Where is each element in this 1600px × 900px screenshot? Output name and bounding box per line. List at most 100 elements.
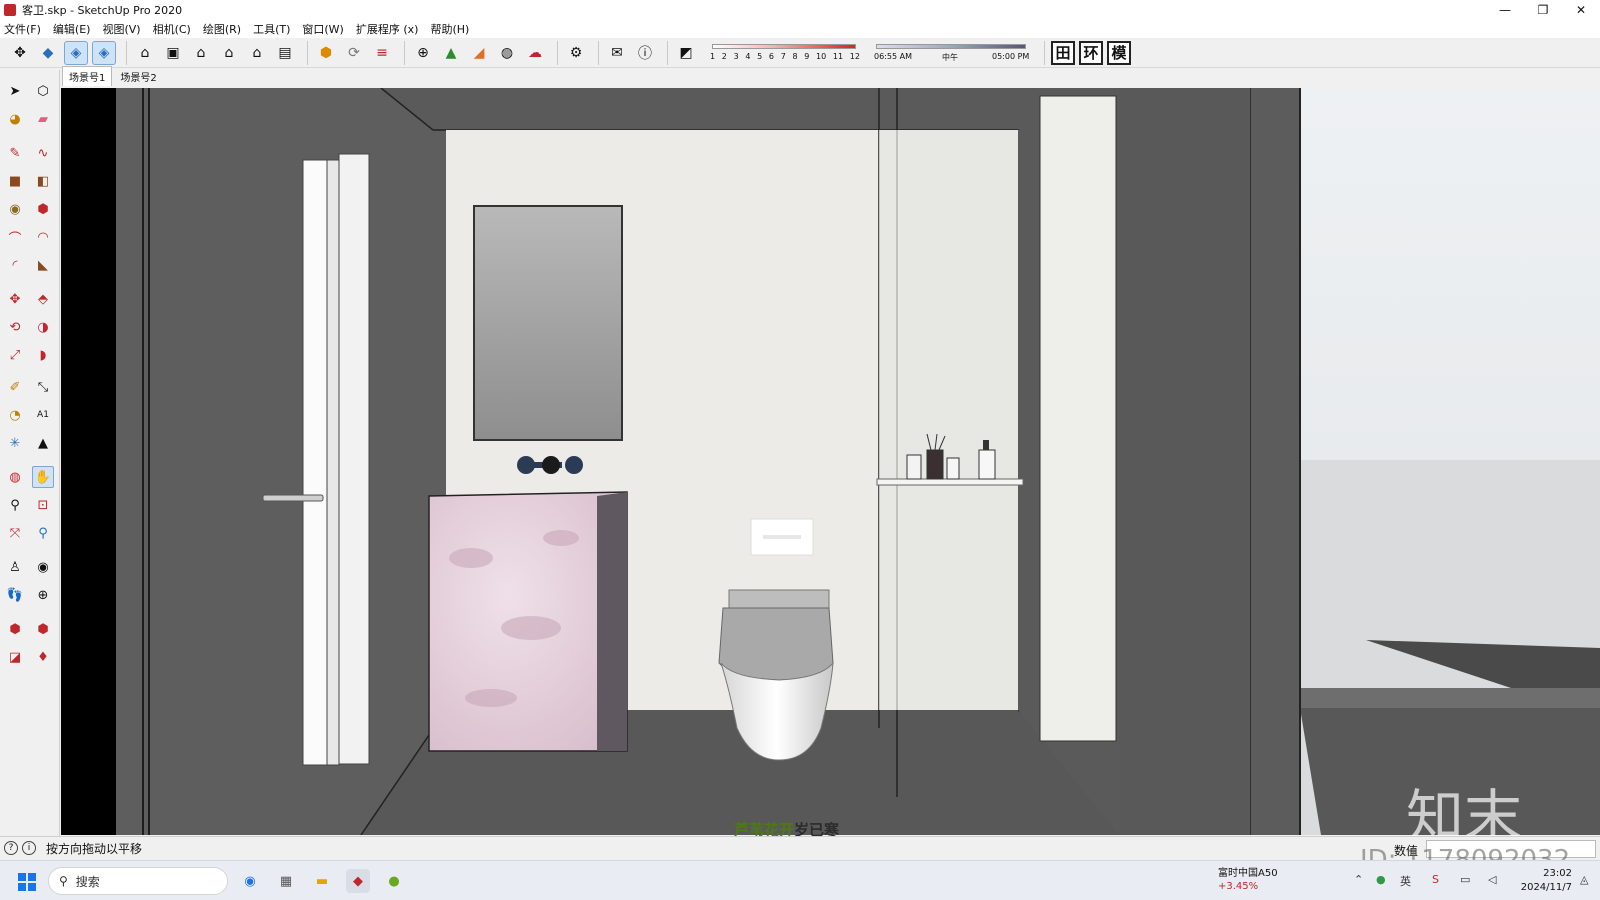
zoom-extents-icon[interactable]: ⤧ (4, 522, 26, 544)
menu-edit[interactable]: 编辑(E) (53, 21, 91, 37)
add-location-icon[interactable]: ⊕ (411, 41, 435, 65)
previous-view-icon[interactable]: ⚲ (32, 522, 54, 544)
pie-icon[interactable]: ◣ (32, 254, 54, 276)
app-taskbar-icon[interactable]: ● (382, 869, 406, 893)
top-view-icon[interactable]: ▣ (161, 41, 185, 65)
model-viewport[interactable] (61, 88, 1600, 835)
tape-measure-icon[interactable]: ✐ (4, 376, 26, 398)
rotated-rectangle-icon[interactable]: ◧ (32, 170, 54, 192)
file-explorer-icon[interactable]: ▬ (310, 869, 334, 893)
follow-me-icon[interactable]: ◑ (32, 316, 54, 338)
back-view-icon[interactable]: ⌂ (245, 41, 269, 65)
geo-location-icon[interactable]: ? (4, 841, 18, 855)
door-slab[interactable] (302, 159, 328, 766)
offset-icon[interactable]: ◗ (32, 344, 54, 366)
make-component-icon[interactable]: ⬡ (32, 80, 54, 102)
texture-ball-icon[interactable]: ◍ (495, 41, 519, 65)
menu-view[interactable]: 视图(V) (102, 21, 140, 37)
protractor-icon[interactable]: ◔ (4, 404, 26, 426)
chrome-icon[interactable]: ◉ (238, 869, 262, 893)
close-button[interactable]: ✕ (1562, 0, 1600, 20)
chevron-up-icon[interactable]: ⌃ (1354, 873, 1363, 886)
notification-bell-icon[interactable]: ◬ (1580, 873, 1588, 886)
iso-house-icon[interactable]: ⌂ (133, 41, 157, 65)
scale-icon[interactable]: ⤢ (4, 344, 26, 366)
zoom-window-icon[interactable]: ⊡ (32, 494, 54, 516)
select-arrow-icon[interactable]: ➤ (4, 80, 26, 102)
iso-view-icon[interactable]: ◆ (36, 41, 60, 65)
plugin-button-huan[interactable]: 环 (1079, 40, 1103, 65)
warehouse-icon[interactable]: ⬢ (4, 618, 26, 640)
zoom-icon[interactable]: ⚲ (4, 494, 26, 516)
shadow-date-slider[interactable]: 1 2 3 4 5 6 7 8 9 10 11 12 (708, 41, 860, 65)
taskbar-clock[interactable]: 23:02 2024/11/7 (1516, 867, 1572, 895)
wechat-tray-icon[interactable]: ● (1376, 873, 1386, 886)
ime-language[interactable]: 英 (1400, 873, 1411, 889)
cloud-upload-icon[interactable]: ☁ (523, 41, 547, 65)
layout-send-icon[interactable]: ≡ (370, 41, 394, 65)
menu-camera[interactable]: 相机(C) (153, 21, 191, 37)
windows-start-icon[interactable] (18, 873, 36, 891)
ruby-gem-icon[interactable]: ♦ (32, 646, 54, 668)
shaded-view-icon[interactable]: ◈ (92, 40, 116, 65)
info-icon[interactable]: ⓘ (633, 41, 657, 65)
move-icon[interactable]: ✥ (4, 288, 26, 310)
scene-tab-2[interactable]: 场景号2 (114, 67, 162, 86)
volume-icon[interactable]: ◁ (1488, 873, 1496, 886)
circle-icon[interactable]: ◉ (4, 198, 26, 220)
network-icon[interactable]: ▭ (1460, 873, 1470, 886)
rotate-icon[interactable]: ⟲ (4, 316, 26, 338)
flush-button[interactable] (763, 535, 801, 539)
right-view-icon[interactable]: ⌂ (217, 41, 241, 65)
maximize-button[interactable]: ❐ (1524, 0, 1562, 20)
menu-help[interactable]: 帮助(H) (430, 21, 469, 37)
xray-view-icon[interactable]: ◈ (64, 40, 88, 65)
walk-icon[interactable]: 👣 (4, 584, 26, 606)
text-label-icon[interactable]: A1 (32, 404, 54, 426)
push-pull-icon[interactable]: ⬘ (32, 288, 54, 310)
freehand-icon[interactable]: ∿ (32, 142, 54, 164)
arc-icon[interactable]: ⌒ (4, 226, 26, 248)
layout-icon[interactable]: ◪ (4, 646, 26, 668)
menu-extensions[interactable]: 扩展程序 (x) (356, 21, 419, 37)
sogou-tray-icon[interactable]: S (1432, 873, 1439, 886)
extension-manager-icon[interactable]: ⬢ (32, 618, 54, 640)
front-view-icon[interactable]: ⌂ (189, 41, 213, 65)
plugin-button-mo[interactable]: 模 (1107, 40, 1131, 65)
orbit-axes-icon[interactable]: ✥ (8, 41, 32, 65)
menu-window[interactable]: 窗口(W) (302, 21, 343, 37)
position-camera-icon[interactable]: ♙ (4, 556, 26, 578)
3d-text-icon[interactable]: ▲ (32, 432, 54, 454)
gear-icon[interactable]: ⚙ (564, 41, 588, 65)
pan-hand-icon[interactable]: ✋ (32, 466, 54, 488)
three-point-arc-icon[interactable]: ◜ (4, 254, 26, 276)
toilet-lid[interactable] (718, 607, 834, 681)
menu-tools[interactable]: 工具(T) (253, 21, 290, 37)
two-point-arc-icon[interactable]: ◠ (32, 226, 54, 248)
plugin-button-tian[interactable]: 田 (1051, 40, 1075, 65)
sandbox-icon[interactable]: ◢ (467, 41, 491, 65)
pencil-line-icon[interactable]: ✎ (4, 142, 26, 164)
extension-warehouse-icon[interactable]: ⬢ (314, 41, 338, 65)
dimension-icon[interactable]: ⤡ (32, 376, 54, 398)
sketchup-taskbar-icon[interactable]: ◆ (346, 869, 370, 893)
axes-icon[interactable]: ✳ (4, 432, 26, 454)
shadow-time-slider[interactable]: 06:55 AM 中午 05:00 PM (872, 41, 1032, 65)
mirror[interactable] (473, 205, 623, 441)
section-plane-icon[interactable]: ⊕ (32, 584, 54, 606)
calculator-icon[interactable]: ▦ (274, 869, 298, 893)
door-handle[interactable] (262, 494, 324, 502)
3d-warehouse-icon[interactable]: ▲ (439, 41, 463, 65)
scene-tab-1[interactable]: 场景号1 (62, 66, 113, 86)
mail-icon[interactable]: ✉ (605, 41, 629, 65)
shadow-toggle-icon[interactable]: ◩ (674, 41, 698, 65)
eraser-icon[interactable]: ▰ (32, 108, 54, 130)
polygon-icon[interactable]: ⬢ (32, 198, 54, 220)
minimize-button[interactable]: — (1486, 0, 1524, 20)
rectangle-icon[interactable]: ■ (4, 170, 26, 192)
taskbar-search[interactable]: ⚲ 搜索 (48, 867, 228, 895)
menu-draw[interactable]: 绘图(R) (203, 21, 241, 37)
info-circle-icon[interactable]: i (22, 841, 36, 855)
look-around-icon[interactable]: ◉ (32, 556, 54, 578)
faucet-handle-right[interactable] (565, 456, 583, 474)
